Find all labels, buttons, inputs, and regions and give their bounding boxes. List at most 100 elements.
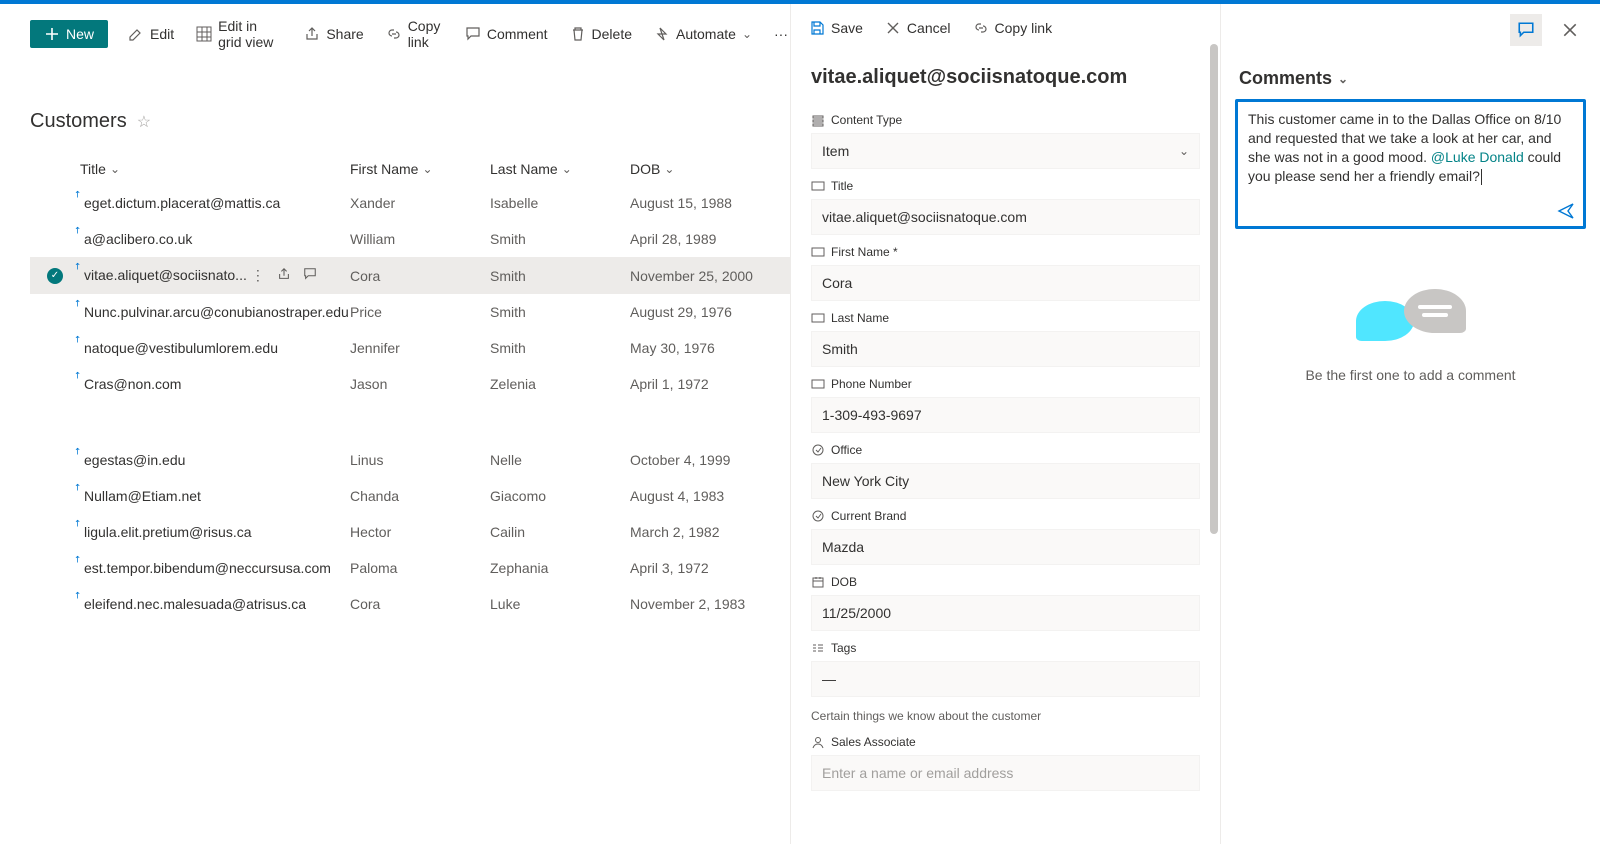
stack-icon xyxy=(811,113,825,127)
table-row[interactable]: ↗egestas@in.eduLinusNelleOctober 4, 1999 xyxy=(30,442,790,478)
col-title[interactable]: Title⌄ xyxy=(80,161,350,177)
scrollbar[interactable] xyxy=(1210,44,1218,534)
row-title[interactable]: ↗natoque@vestibulumlorem.edu xyxy=(80,340,350,356)
automate-button[interactable]: Automate ⌄ xyxy=(652,22,754,46)
more-icon[interactable]: ⋮ xyxy=(251,267,265,284)
choice-icon xyxy=(811,509,825,523)
row-last-name: Zephania xyxy=(490,560,630,576)
row-title[interactable]: ↗est.tempor.bibendum@neccursusa.com xyxy=(80,560,350,576)
empty-text: Be the first one to add a comment xyxy=(1305,367,1515,383)
link-icon: ↗ xyxy=(71,297,84,310)
brand-field[interactable]: Mazda xyxy=(811,529,1200,565)
row-last-name: Isabelle xyxy=(490,195,630,211)
table-row[interactable]: ↗Nullam@Etiam.netChandaGiacomoAugust 4, … xyxy=(30,478,790,514)
text-cursor xyxy=(1481,169,1482,185)
table-row[interactable]: ↗natoque@vestibulumlorem.eduJenniferSmit… xyxy=(30,330,790,366)
page-title-text: Customers xyxy=(30,110,127,133)
row-title[interactable]: ↗eleifend.nec.malesuada@atrisus.ca xyxy=(80,596,350,612)
checkmark-icon[interactable]: ✓ xyxy=(47,268,63,284)
row-first-name: Xander xyxy=(350,195,490,211)
row-title[interactable]: ↗Nunc.pulvinar.arcu@conubianostraper.edu xyxy=(80,304,350,320)
row-title[interactable]: ↗Cras@non.com xyxy=(80,376,350,392)
comments-toggle-button[interactable] xyxy=(1510,14,1542,46)
text-icon xyxy=(811,179,825,193)
automate-icon xyxy=(654,26,670,42)
row-title[interactable]: ↗Nullam@Etiam.net xyxy=(80,488,350,504)
save-icon xyxy=(809,20,825,36)
comments-empty-state: Be the first one to add a comment xyxy=(1221,229,1600,439)
link-icon xyxy=(973,20,989,36)
row-last-name: Nelle xyxy=(490,452,630,468)
office-field[interactable]: New York City xyxy=(811,463,1200,499)
title-label: Title xyxy=(811,173,1200,199)
table-row[interactable]: ↗eget.dictum.placerat@mattis.caXanderIsa… xyxy=(30,185,790,221)
tags-label: Tags xyxy=(811,635,1200,661)
chevron-down-icon: ⌄ xyxy=(1338,72,1348,86)
row-last-name: Giacomo xyxy=(490,488,630,504)
row-dob: April 1, 1972 xyxy=(630,376,790,392)
comment-input[interactable]: This customer came in to the Dallas Offi… xyxy=(1235,99,1586,229)
copylink-button-detail[interactable]: Copy link xyxy=(971,16,1055,40)
table-row[interactable]: ↗ligula.elit.pretium@risus.caHectorCaili… xyxy=(30,514,790,550)
table-row[interactable]: ↗a@aclibero.co.ukWilliamSmithApril 28, 1… xyxy=(30,221,790,257)
row-dob: August 29, 1976 xyxy=(630,304,790,320)
cancel-button[interactable]: Cancel xyxy=(883,16,953,40)
dob-field[interactable]: 11/25/2000 xyxy=(811,595,1200,631)
close-button[interactable] xyxy=(1554,14,1586,46)
tags-field[interactable]: — xyxy=(811,661,1200,697)
save-button[interactable]: Save xyxy=(807,16,865,40)
col-dob[interactable]: DOB⌄ xyxy=(630,161,790,177)
row-last-name: Smith xyxy=(490,340,630,356)
row-title[interactable]: ↗ligula.elit.pretium@risus.ca xyxy=(80,524,350,540)
share-button[interactable]: Share xyxy=(302,22,365,46)
row-last-name: Smith xyxy=(490,268,630,284)
close-icon xyxy=(885,20,901,36)
table-row[interactable]: ↗Cras@non.comJasonZeleniaApril 1, 1972 xyxy=(30,366,790,402)
detail-panel: Save Cancel Copy link vitae.aliquet@soci… xyxy=(790,4,1220,844)
edit-button[interactable]: Edit xyxy=(126,22,176,46)
row-last-name: Zelenia xyxy=(490,376,630,392)
share-icon[interactable] xyxy=(277,267,291,284)
link-icon: ↗ xyxy=(71,553,84,566)
table-row[interactable]: ↗Nunc.pulvinar.arcu@conubianostraper.edu… xyxy=(30,294,790,330)
row-title[interactable]: ↗eget.dictum.placerat@mattis.ca xyxy=(80,195,350,211)
last-name-field[interactable]: Smith xyxy=(811,331,1200,367)
title-field[interactable]: vitae.aliquet@sociisnatoque.com xyxy=(811,199,1200,235)
column-headers: Title⌄ First Name⌄ Last Name⌄ DOB⌄ xyxy=(30,155,790,185)
content-type-field[interactable]: Item ⌄ xyxy=(811,133,1200,169)
row-dob: August 4, 1983 xyxy=(630,488,790,504)
table-row[interactable]: ↗eleifend.nec.malesuada@atrisus.caCoraLu… xyxy=(30,586,790,622)
send-button[interactable] xyxy=(1557,202,1575,220)
col-first-name[interactable]: First Name⌄ xyxy=(350,161,490,177)
edit-label: Edit xyxy=(150,26,174,42)
overflow-button[interactable]: ··· xyxy=(772,22,790,46)
table-row[interactable]: ↗est.tempor.bibendum@neccursusa.comPalom… xyxy=(30,550,790,586)
row-title[interactable]: ↗vitae.aliquet@sociisnato...⋮ xyxy=(80,267,350,284)
row-first-name: Paloma xyxy=(350,560,490,576)
phone-field[interactable]: 1-309-493-9697 xyxy=(811,397,1200,433)
star-icon[interactable]: ☆ xyxy=(137,112,151,132)
comment-icon[interactable] xyxy=(303,267,317,284)
pencil-icon xyxy=(128,26,144,42)
table-row[interactable]: ✓↗vitae.aliquet@sociisnato...⋮CoraSmithN… xyxy=(30,257,790,294)
first-name-field[interactable]: Cora xyxy=(811,265,1200,301)
row-last-name: Smith xyxy=(490,304,630,320)
copylink-button[interactable]: Copy link xyxy=(384,14,445,54)
chevron-down-icon: ⌄ xyxy=(1179,144,1189,158)
mention[interactable]: @Luke Donald xyxy=(1431,149,1524,165)
comment-icon xyxy=(465,26,481,42)
edit-grid-button[interactable]: Edit in grid view xyxy=(194,14,284,54)
col-last-name[interactable]: Last Name⌄ xyxy=(490,161,630,177)
person-icon xyxy=(811,735,825,749)
share-icon xyxy=(304,26,320,42)
content-type-label: Content Type xyxy=(811,107,1200,133)
comment-button[interactable]: Comment xyxy=(463,22,550,46)
delete-button[interactable]: Delete xyxy=(568,22,634,46)
sales-associate-field[interactable]: Enter a name or email address xyxy=(811,755,1200,791)
comments-heading[interactable]: Comments ⌄ xyxy=(1221,56,1600,99)
row-dob: October 4, 1999 xyxy=(630,452,790,468)
comments-panel: Comments ⌄ This customer came in to the … xyxy=(1220,4,1600,844)
row-title[interactable]: ↗egestas@in.edu xyxy=(80,452,350,468)
new-button[interactable]: New xyxy=(30,20,108,48)
row-title[interactable]: ↗a@aclibero.co.uk xyxy=(80,231,350,247)
